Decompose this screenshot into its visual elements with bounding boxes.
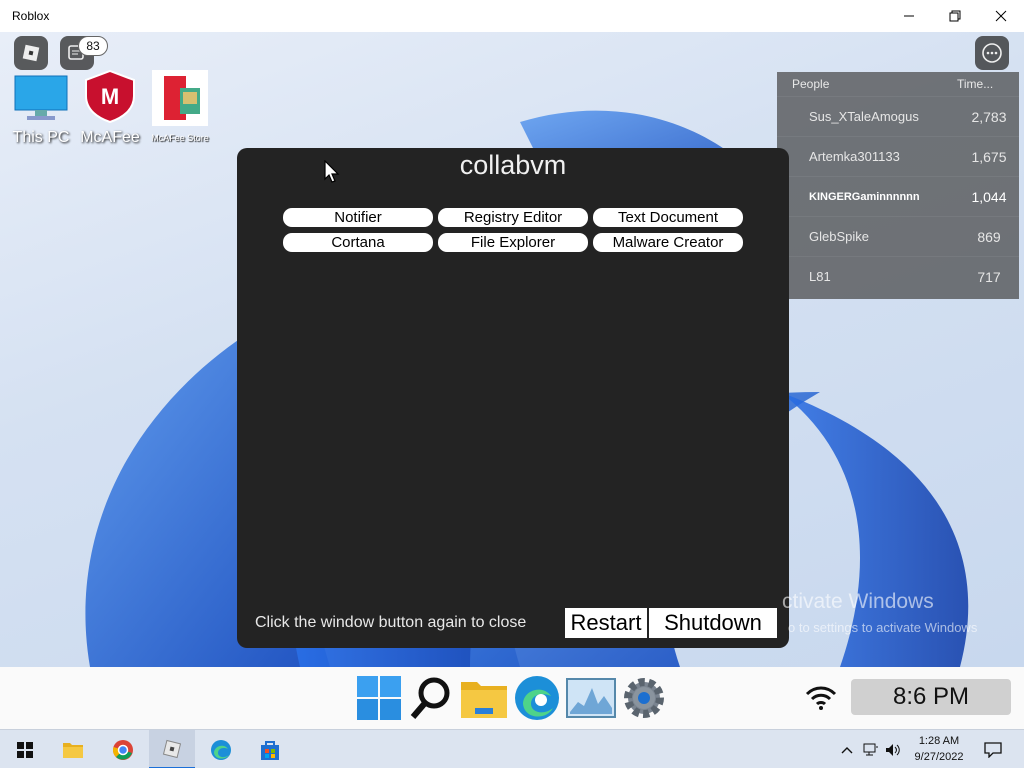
leaderboard-row[interactable]: Sus_XTaleAmogus 2,783	[777, 96, 1019, 136]
windows-logo-icon	[357, 676, 401, 720]
game-file-explorer-button[interactable]	[459, 673, 509, 723]
player-name: Sus_XTaleAmogus	[809, 109, 919, 124]
svg-text:M: M	[101, 84, 119, 109]
volume-icon	[886, 743, 900, 756]
network-icon	[863, 743, 878, 755]
leaderboard-row[interactable]: Artemka301133 1,675	[777, 136, 1019, 176]
activate-watermark-title: ctivate Windows	[782, 590, 934, 613]
game-monitor-button[interactable]	[566, 673, 616, 723]
game-settings-button[interactable]	[619, 673, 669, 723]
more-options-icon	[982, 43, 1002, 63]
roblox-app-icon	[162, 739, 182, 758]
notifier-button[interactable]: Notifier	[283, 208, 433, 227]
leaderboard-row-local-player[interactable]: KINGERGaminnnnnn 1,044	[777, 176, 1019, 216]
folder-icon	[461, 682, 507, 718]
game-viewport[interactable]: 83 This PC M McAFee McAFee Store People …	[0, 32, 1024, 667]
player-stat: 717	[977, 268, 1001, 285]
desktop-icon-mcafee[interactable]: M McAFee	[78, 68, 142, 147]
more-options-button[interactable]	[975, 36, 1009, 70]
activate-windows-watermark: ctivate Windows o to settings to activat…	[782, 590, 977, 635]
mcafee-shield-icon: M	[85, 69, 135, 124]
desktop-icon-label: McAFee	[80, 129, 140, 146]
text-document-button[interactable]: Text Document	[593, 208, 743, 227]
leaderboard-row[interactable]: GlebSpike 869	[777, 216, 1019, 256]
restart-button[interactable]: Restart	[565, 608, 647, 638]
notification-center-button[interactable]	[976, 730, 1010, 768]
start-button[interactable]	[2, 730, 48, 768]
search-icon	[410, 677, 450, 719]
close-hint-text: Click the window button again to close	[255, 614, 527, 631]
cortana-button[interactable]: Cortana	[283, 233, 433, 252]
activate-watermark-subtitle: o to settings to activate Windows	[788, 620, 978, 635]
game-search-button[interactable]	[406, 673, 456, 723]
computer-icon	[14, 75, 68, 120]
player-stat: 869	[977, 228, 1001, 245]
app-titlebar: Roblox	[0, 0, 1024, 32]
player-stat: 1,675	[971, 148, 1007, 165]
desktop-icon-label: McAFee Store	[151, 133, 209, 143]
player-stat: 2,783	[971, 108, 1007, 125]
notification-icon	[984, 741, 1002, 758]
chevron-up-icon	[841, 746, 853, 753]
folder-icon	[63, 742, 83, 758]
windows-start-icon	[17, 741, 33, 758]
taskbar-file-explorer[interactable]	[50, 730, 96, 768]
taskbar-roblox[interactable]	[149, 730, 195, 768]
restore-icon	[949, 10, 961, 22]
taskbar-store[interactable]	[247, 730, 293, 768]
shutdown-button[interactable]: Shutdown	[649, 608, 777, 638]
roblox-logo-icon	[22, 44, 40, 62]
desktop-icon-label: This PC	[12, 129, 70, 146]
leaderboard: People Time... Sus_XTaleAmogus 2,783 Art…	[777, 72, 1019, 299]
tray-overflow-button[interactable]	[836, 730, 858, 768]
game-wifi-indicator[interactable]	[796, 673, 846, 723]
close-button[interactable]	[978, 0, 1024, 32]
chrome-icon	[113, 739, 133, 760]
leaderboard-row[interactable]: L81 717	[777, 256, 1019, 296]
game-start-button[interactable]	[354, 673, 404, 723]
leaderboard-header: People Time...	[777, 72, 1019, 96]
wifi-icon	[805, 686, 837, 710]
collabvm-window: collabvm Notifier Registry Editor Text D…	[237, 148, 789, 648]
minimize-button[interactable]	[886, 0, 932, 32]
tray-clock[interactable]: 1:28 AM 9/27/2022	[906, 733, 972, 765]
desktop-icon-mcafee-store[interactable]: McAFee Store	[148, 68, 212, 143]
minimize-icon	[904, 15, 914, 17]
windows-taskbar: 1:28 AM 9/27/2022	[0, 729, 1024, 768]
leaderboard-header-people: People	[792, 77, 830, 91]
player-name: L81	[809, 269, 831, 284]
player-stat: 1,044	[971, 188, 1007, 205]
tray-network[interactable]	[860, 730, 882, 768]
gear-icon	[624, 678, 664, 718]
taskbar-edge[interactable]	[198, 730, 244, 768]
window-title: Roblox	[12, 9, 50, 23]
player-name: KINGERGaminnnnnn	[809, 190, 920, 203]
game-clock[interactable]: 8:6 PM	[851, 679, 1011, 715]
game-edge-button[interactable]	[512, 673, 562, 723]
tray-date: 9/27/2022	[914, 751, 964, 763]
mouse-cursor-icon	[324, 160, 340, 183]
close-icon	[995, 10, 1007, 22]
file-explorer-button[interactable]: File Explorer	[438, 233, 588, 252]
desktop-icon-this-pc[interactable]: This PC	[10, 74, 72, 147]
store-bag-icon	[261, 740, 279, 760]
taskbar-chrome[interactable]	[100, 730, 146, 768]
malware-creator-button[interactable]: Malware Creator	[593, 233, 743, 252]
roblox-menu-button[interactable]	[14, 36, 48, 70]
store-box-icon	[152, 70, 208, 126]
tray-time: 1:28 AM	[918, 735, 960, 747]
edge-browser-icon	[211, 739, 231, 760]
leaderboard-header-stat: Time...	[957, 77, 994, 91]
edge-browser-icon	[515, 676, 559, 720]
restore-button[interactable]	[932, 0, 978, 32]
collabvm-title: collabvm	[459, 150, 567, 180]
performance-monitor-icon	[566, 678, 616, 718]
chat-count-badge: 83	[78, 36, 108, 56]
player-name: GlebSpike	[809, 229, 869, 244]
tray-volume[interactable]	[882, 730, 904, 768]
registry-editor-button[interactable]: Registry Editor	[438, 208, 588, 227]
player-name: Artemka301133	[809, 149, 900, 164]
game-taskbar: 8:6 PM	[0, 667, 1024, 729]
